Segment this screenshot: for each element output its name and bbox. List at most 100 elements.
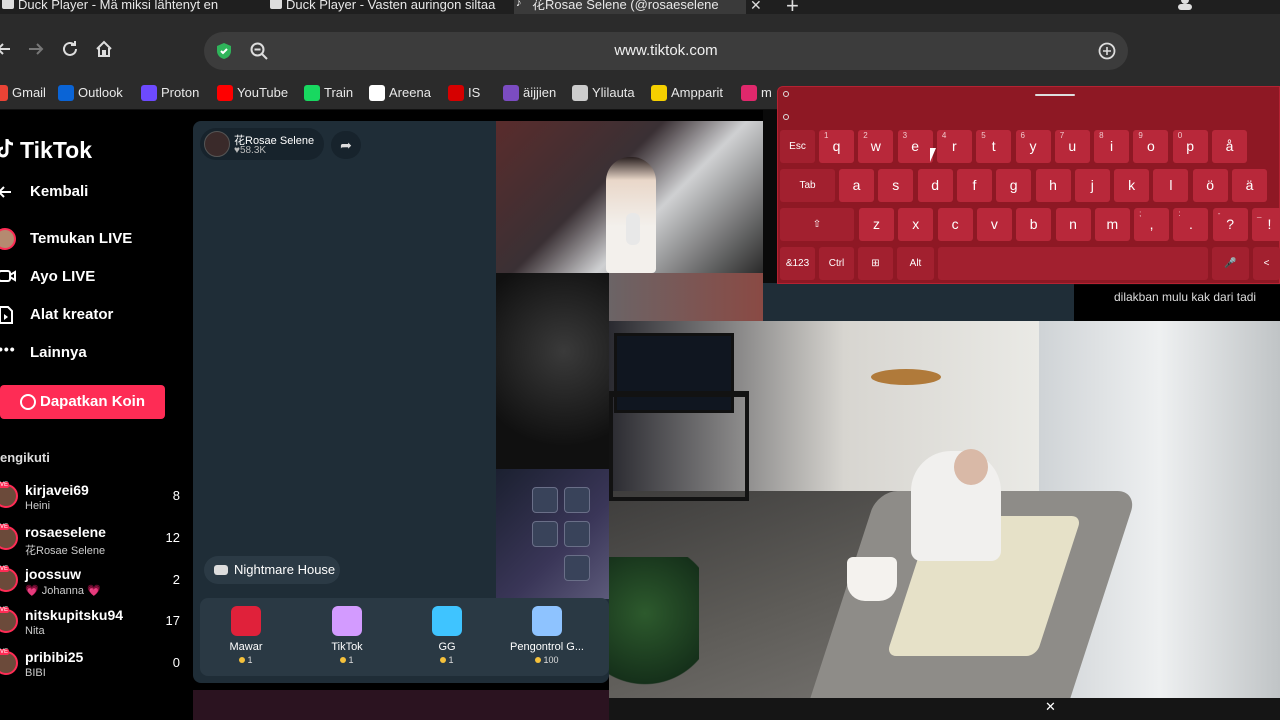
- bookmark-10[interactable]: m: [741, 84, 772, 102]
- key-g[interactable]: g: [996, 169, 1032, 202]
- following-count: 2: [172, 572, 180, 587]
- bookmark-0[interactable]: Gmail: [0, 84, 46, 102]
- close-floating-window-icon[interactable]: ✕: [1045, 699, 1056, 715]
- key-k[interactable]: k: [1114, 169, 1150, 202]
- key-Esc[interactable]: Esc: [780, 130, 815, 163]
- key-f[interactable]: f: [956, 169, 992, 202]
- floating-camera-window[interactable]: [609, 321, 1280, 698]
- stream-dark-band: [763, 283, 1074, 321]
- key-x[interactable]: x: [898, 208, 934, 241]
- key-w[interactable]: w2: [858, 130, 894, 163]
- bookmark-5[interactable]: Areena: [369, 84, 431, 102]
- bookmark-3[interactable]: YouTube: [217, 84, 288, 102]
- key-s[interactable]: s: [878, 169, 914, 202]
- get-coins-button[interactable]: Dapatkan Koin: [0, 385, 165, 419]
- tab-close-icon[interactable]: ✕: [750, 0, 762, 14]
- nav-creator-tools[interactable]: Alat kreator: [0, 303, 113, 327]
- key-y[interactable]: y6: [1015, 130, 1051, 163]
- back-icon[interactable]: [0, 40, 14, 60]
- bookmark-favicon-icon: [448, 85, 464, 101]
- key-microphone[interactable]: 🎤: [1212, 247, 1249, 280]
- duck-chat-icon[interactable]: [1098, 42, 1116, 65]
- following-item[interactable]: LIVE joossuw 💗 Johanna 💗 2: [0, 566, 190, 602]
- game-camera: [496, 273, 609, 469]
- profile-icon[interactable]: [1177, 0, 1193, 10]
- forward-icon[interactable]: [26, 40, 46, 60]
- bookmark-1[interactable]: Outlook: [58, 84, 123, 102]
- key-ö[interactable]: ö: [1192, 169, 1228, 202]
- zoom-out-icon[interactable]: [250, 42, 268, 65]
- key-u[interactable]: u7: [1054, 130, 1090, 163]
- key-c[interactable]: c: [937, 208, 973, 241]
- key-windows[interactable]: ⊞: [858, 247, 893, 280]
- key-n[interactable]: n: [1055, 208, 1091, 241]
- key-l[interactable]: l: [1153, 169, 1189, 202]
- key-shift[interactable]: ⇧: [780, 208, 854, 241]
- key-,[interactable]: ,;: [1134, 208, 1170, 241]
- key-v[interactable]: v: [976, 208, 1012, 241]
- following-item[interactable]: LIVE pribibi25 BIBI 0: [0, 649, 190, 685]
- key-ctrl[interactable]: Ctrl: [819, 247, 854, 280]
- gift-item[interactable]: Pengontrol G... 100: [502, 604, 592, 674]
- share-icon[interactable]: ➦: [331, 131, 361, 159]
- nav-discover-live[interactable]: Temukan LIVE: [0, 227, 132, 251]
- home-icon[interactable]: [94, 40, 114, 60]
- key-h[interactable]: h: [1035, 169, 1071, 202]
- bookmark-9[interactable]: Ampparit: [651, 84, 723, 102]
- bookmark-6[interactable]: IS: [448, 84, 480, 102]
- tab-duck-player-1[interactable]: Duck Player - Mä miksi lähtenyt en: [0, 0, 248, 14]
- tab-tiktok-active[interactable]: ♪ 花Rosae Selene (@rosaeselene: [514, 0, 746, 14]
- key-ä[interactable]: ä: [1232, 169, 1267, 202]
- tab-duck-player-2[interactable]: Duck Player - Vasten auringon siltaa: [268, 0, 514, 14]
- keyboard-settings-icon[interactable]: [783, 91, 789, 97]
- gift-item[interactable]: GG 1: [402, 604, 492, 674]
- host-avatar[interactable]: [204, 131, 230, 157]
- bookmark-8[interactable]: Ylilauta: [572, 84, 635, 102]
- following-item[interactable]: LIVE nitskupitsku94 Nita 17: [0, 607, 190, 643]
- key-d[interactable]: d: [917, 169, 953, 202]
- key-å[interactable]: å: [1212, 130, 1247, 163]
- key-left[interactable]: <: [1253, 247, 1280, 280]
- key-tab[interactable]: Tab: [780, 169, 835, 202]
- key-p[interactable]: p0: [1172, 130, 1208, 163]
- key-space[interactable]: [938, 247, 1208, 280]
- keyboard-emoji-icon[interactable]: [783, 114, 789, 120]
- key-r[interactable]: r4: [936, 130, 972, 163]
- following-item[interactable]: LIVE kirjavei69 Heini 8: [0, 482, 190, 518]
- gift-label: Mawar: [229, 641, 263, 653]
- key-?[interactable]: ? -: [1212, 208, 1248, 241]
- nav-more[interactable]: ••• Lainnya: [0, 341, 87, 365]
- host-info[interactable]: 花Rosae Selene ♥58.3K: [200, 128, 324, 160]
- keyboard-drag-handle[interactable]: [1035, 94, 1075, 96]
- key-a[interactable]: a: [839, 169, 874, 202]
- following-item[interactable]: LIVE rosaeselene 花Rosae Selene 12: [0, 524, 190, 560]
- game-tag[interactable]: Nightmare House: [204, 556, 340, 584]
- nav-go-live[interactable]: Ayo LIVE: [0, 265, 95, 289]
- key-t[interactable]: t5: [976, 130, 1012, 163]
- reload-icon[interactable]: [60, 40, 80, 60]
- shield-icon[interactable]: [216, 42, 232, 65]
- nav-back[interactable]: Kembali: [0, 180, 88, 204]
- key-i[interactable]: i8: [1094, 130, 1130, 163]
- gift-item[interactable]: TikTok 1: [302, 604, 392, 674]
- bookmark-7[interactable]: äijjien: [503, 84, 556, 102]
- key-o[interactable]: o9: [1133, 130, 1169, 163]
- key-![interactable]: ! _: [1252, 208, 1280, 241]
- key-b[interactable]: b: [1016, 208, 1052, 241]
- key-m[interactable]: m: [1094, 208, 1130, 241]
- nav-label: Kembali: [30, 183, 89, 200]
- key-q[interactable]: q1: [819, 130, 854, 163]
- gift-item[interactable]: Mawar 1: [201, 604, 291, 674]
- bookmark-2[interactable]: Proton: [141, 84, 199, 102]
- tiktok-logo[interactable]: TikTok: [0, 136, 92, 164]
- bookmark-4[interactable]: Train: [304, 84, 353, 102]
- key-e[interactable]: e3: [897, 130, 933, 163]
- key-alt-hint: -: [1217, 209, 1221, 218]
- key-.[interactable]: .:: [1173, 208, 1209, 241]
- key-label: p: [1186, 138, 1195, 154]
- address-bar[interactable]: www.tiktok.com: [204, 32, 1128, 70]
- key-z[interactable]: z: [859, 208, 894, 241]
- key-j[interactable]: j: [1074, 169, 1110, 202]
- key-alt[interactable]: Alt: [897, 247, 934, 280]
- key-symbols[interactable]: &123: [780, 247, 815, 280]
